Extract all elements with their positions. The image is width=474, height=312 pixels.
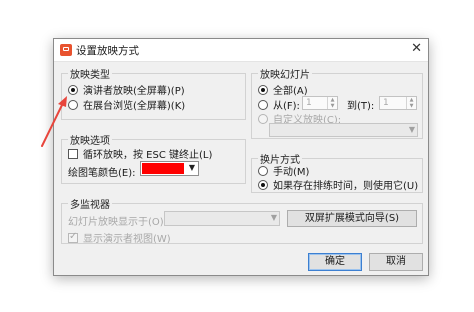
annotation-arrow-icon — [41, 96, 67, 147]
annotation-arrow-head — [58, 96, 67, 107]
annotation-arrow-shaft — [41, 102, 64, 147]
